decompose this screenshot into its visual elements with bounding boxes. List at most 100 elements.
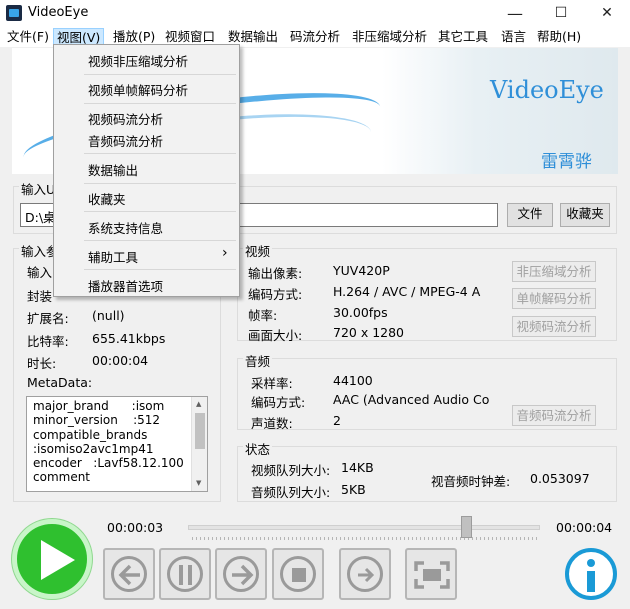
next-frame-button[interactable]	[339, 548, 391, 600]
bitrate-value: 655.41kbps	[92, 331, 166, 346]
video-stream-analysis-button[interactable]: 视频码流分析	[512, 316, 596, 337]
menu-language[interactable]: 语言	[498, 28, 529, 47]
container-label: 封装	[27, 289, 53, 304]
progress-tick	[392, 537, 393, 540]
pause-icon	[167, 556, 203, 592]
menu-item-system-info[interactable]: 系统支持信息	[88, 218, 163, 237]
progress-tick	[452, 537, 453, 540]
progress-tick	[376, 537, 377, 540]
audio-stream-analysis-button[interactable]: 音频码流分析	[512, 405, 596, 426]
progress-tick	[532, 537, 533, 540]
progress-tick	[380, 537, 381, 540]
favorites-button[interactable]: 收藏夹	[560, 203, 610, 227]
progress-tick	[444, 537, 445, 540]
back-button[interactable]	[103, 548, 155, 600]
progress-tick	[428, 537, 429, 540]
menu-item-favorites[interactable]: 收藏夹	[88, 189, 126, 208]
progress-tick	[276, 537, 277, 540]
progress-tick	[524, 537, 525, 540]
info-icon	[587, 559, 595, 592]
stop-button[interactable]	[272, 548, 324, 600]
menu-separator	[84, 153, 236, 154]
window-title: VideoEye	[28, 5, 89, 20]
progress-tick	[212, 537, 213, 540]
submenu-arrow-icon: ›	[222, 245, 228, 261]
menu-item-auxiliary-tools[interactable]: 辅助工具	[88, 247, 138, 266]
progress-tick	[528, 537, 529, 540]
forward-icon	[223, 556, 259, 592]
stop-icon	[280, 556, 316, 592]
progress-track[interactable]	[188, 525, 540, 530]
progress-tick	[312, 537, 313, 540]
menu-item-video-frame-decode[interactable]: 视频单帧解码分析	[88, 80, 188, 99]
video-codec-label: 编码方式:	[248, 287, 303, 302]
menu-separator	[84, 211, 236, 212]
metadata-scrollbar[interactable]: ▲ ▼	[191, 397, 207, 491]
info-button[interactable]	[565, 548, 617, 600]
progress-tick	[456, 537, 457, 540]
forward-button[interactable]	[215, 548, 267, 600]
progress-tick	[320, 537, 321, 540]
progress-thumb[interactable]	[460, 516, 472, 538]
progress-tick	[204, 537, 205, 540]
file-button[interactable]: 文件	[507, 203, 553, 227]
maximize-button[interactable]: ☐	[538, 0, 584, 27]
progress-tick	[496, 537, 497, 540]
progress-tick	[348, 537, 349, 540]
video-queue-value: 14KB	[341, 460, 374, 475]
menu-item-video-uncompressed-analysis[interactable]: 视频非压缩域分析	[88, 51, 188, 70]
progress-tick	[220, 537, 221, 540]
uncompressed-analysis-button[interactable]: 非压缩域分析	[512, 261, 596, 282]
progress-tick	[272, 537, 273, 540]
scroll-up-icon[interactable]: ▲	[196, 400, 201, 408]
audio-codec-value: AAC (Advanced Audio Co	[333, 392, 490, 407]
progress-tick	[224, 537, 225, 540]
total-time: 00:00:04	[556, 520, 613, 535]
progress-tick	[292, 537, 293, 540]
metadata-label: MetaData:	[27, 375, 93, 390]
menu-item-player-preferences[interactable]: 播放器首选项	[88, 276, 163, 295]
progress-tick	[520, 537, 521, 540]
menu-file[interactable]: 文件(F)	[4, 28, 52, 47]
pause-button[interactable]	[159, 548, 211, 600]
progress-tick	[260, 537, 261, 540]
menu-item-video-stream-analysis[interactable]: 视频码流分析	[88, 109, 163, 128]
status-group-label: 状态	[243, 439, 273, 458]
menu-separator	[84, 74, 236, 75]
menu-stream-analysis[interactable]: 码流分析	[287, 28, 343, 47]
menu-separator	[84, 103, 236, 104]
menu-other-tools[interactable]: 其它工具	[435, 28, 491, 47]
brand-logo-text: VideoEye	[490, 76, 604, 104]
single-frame-decode-button[interactable]: 单帧解码分析	[512, 288, 596, 309]
metadata-text: major_brand :isom minor_version :512 com…	[33, 399, 184, 485]
progress-tick	[512, 537, 513, 540]
progress-tick	[504, 537, 505, 540]
progress-tick	[500, 537, 501, 540]
progress-tick	[208, 537, 209, 540]
scroll-down-icon[interactable]: ▼	[196, 479, 201, 487]
progress-tick	[476, 537, 477, 540]
progress-ticks	[192, 537, 537, 541]
progress-tick	[332, 537, 333, 540]
channels-value: 2	[333, 413, 341, 428]
framerate-value: 30.00fps	[333, 305, 388, 320]
progress-tick	[356, 537, 357, 540]
progress-tick	[280, 537, 281, 540]
menu-help[interactable]: 帮助(H)	[534, 28, 584, 47]
framerate-label: 帧率:	[248, 308, 278, 323]
minimize-button[interactable]: —	[492, 0, 538, 27]
close-button[interactable]: ✕	[584, 0, 630, 27]
menu-item-data-output[interactable]: 数据输出	[88, 160, 138, 179]
progress-tick	[516, 537, 517, 540]
metadata-textbox[interactable]: major_brand :isom minor_version :512 com…	[26, 396, 208, 492]
play-button[interactable]	[12, 519, 92, 599]
progress-tick	[328, 537, 329, 540]
duration-value: 00:00:04	[92, 353, 149, 368]
output-pixel-value: YUV420P	[333, 263, 390, 278]
menu-item-audio-stream-analysis[interactable]: 音频码流分析	[88, 131, 163, 150]
metadata-scroll-thumb[interactable]	[195, 413, 205, 449]
menu-uncompressed-analysis[interactable]: 非压缩域分析	[349, 28, 430, 47]
fullscreen-button[interactable]	[405, 548, 457, 600]
progress-tick	[388, 537, 389, 540]
progress-tick	[480, 537, 481, 540]
